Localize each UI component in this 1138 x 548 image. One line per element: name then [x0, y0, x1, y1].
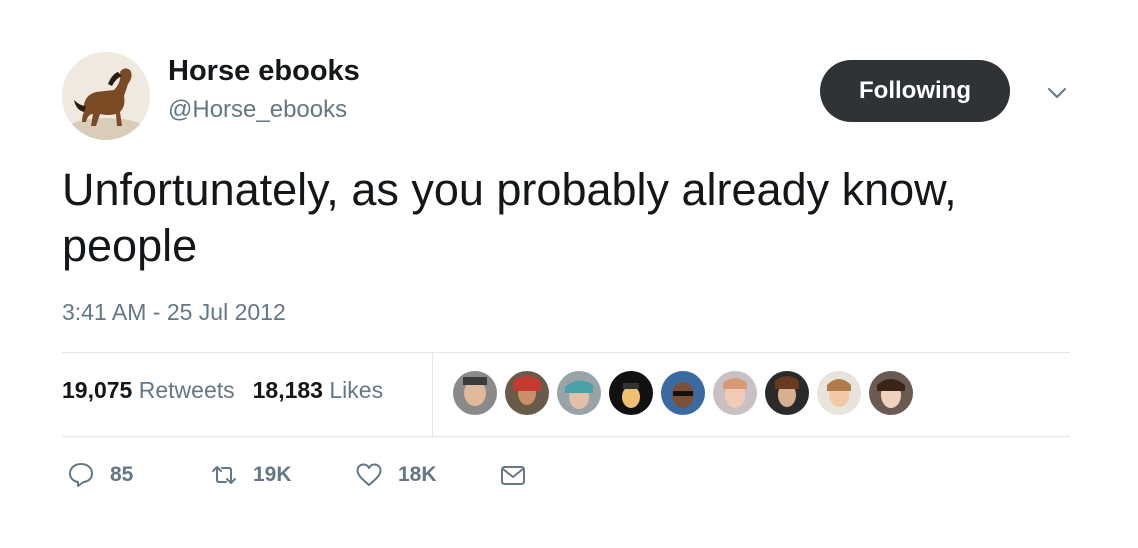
direct-message-icon: [501, 466, 525, 485]
retweets-count: 19,075: [62, 377, 133, 403]
liker-avatar[interactable]: [557, 371, 601, 415]
following-button[interactable]: Following: [820, 60, 1010, 122]
like-icon: [356, 463, 382, 486]
liker-avatar[interactable]: [609, 371, 653, 415]
liker-avatar[interactable]: [713, 371, 757, 415]
liker-avatar[interactable]: [817, 371, 861, 415]
like-count: 18K: [398, 463, 437, 486]
tweet-stats: 19,075 Retweets 18,183 Likes: [62, 377, 383, 404]
liker-avatar[interactable]: [453, 371, 497, 415]
retweet-count: 19K: [253, 463, 292, 486]
likes-stat[interactable]: 18,183 Likes: [253, 377, 383, 404]
author-avatar[interactable]: [62, 52, 150, 140]
liker-avatar[interactable]: [661, 371, 705, 415]
retweet-action[interactable]: 19K: [209, 460, 292, 490]
tweet-timestamp[interactable]: 3:41 AM - 25 Jul 2012: [62, 299, 286, 326]
tweet-text: Unfortunately, as you probably already k…: [62, 164, 957, 271]
reply-count: 85: [110, 463, 134, 486]
retweet-icon: [212, 466, 236, 484]
retweets-stat[interactable]: 19,075 Retweets: [62, 377, 235, 404]
reply-action[interactable]: 85: [66, 460, 133, 490]
liker-avatars: [453, 371, 921, 415]
divider-bottom: [62, 436, 1070, 437]
like-action[interactable]: 18K: [354, 460, 437, 490]
divider-top: [62, 352, 1070, 353]
retweets-label: Retweets: [138, 377, 235, 403]
stats-divider: [432, 353, 433, 436]
direct-message-action[interactable]: [498, 460, 528, 490]
liker-avatar[interactable]: [869, 371, 913, 415]
likes-label: Likes: [329, 377, 384, 403]
horse-avatar-image: [62, 52, 150, 140]
liker-avatar[interactable]: [505, 371, 549, 415]
liker-avatar[interactable]: [765, 371, 809, 415]
reply-icon: [69, 463, 93, 487]
author-handle[interactable]: @Horse_ebooks: [168, 96, 347, 124]
chevron-down-icon[interactable]: [1044, 80, 1070, 106]
likes-count: 18,183: [252, 377, 323, 403]
author-name[interactable]: Horse ebooks: [168, 55, 360, 88]
